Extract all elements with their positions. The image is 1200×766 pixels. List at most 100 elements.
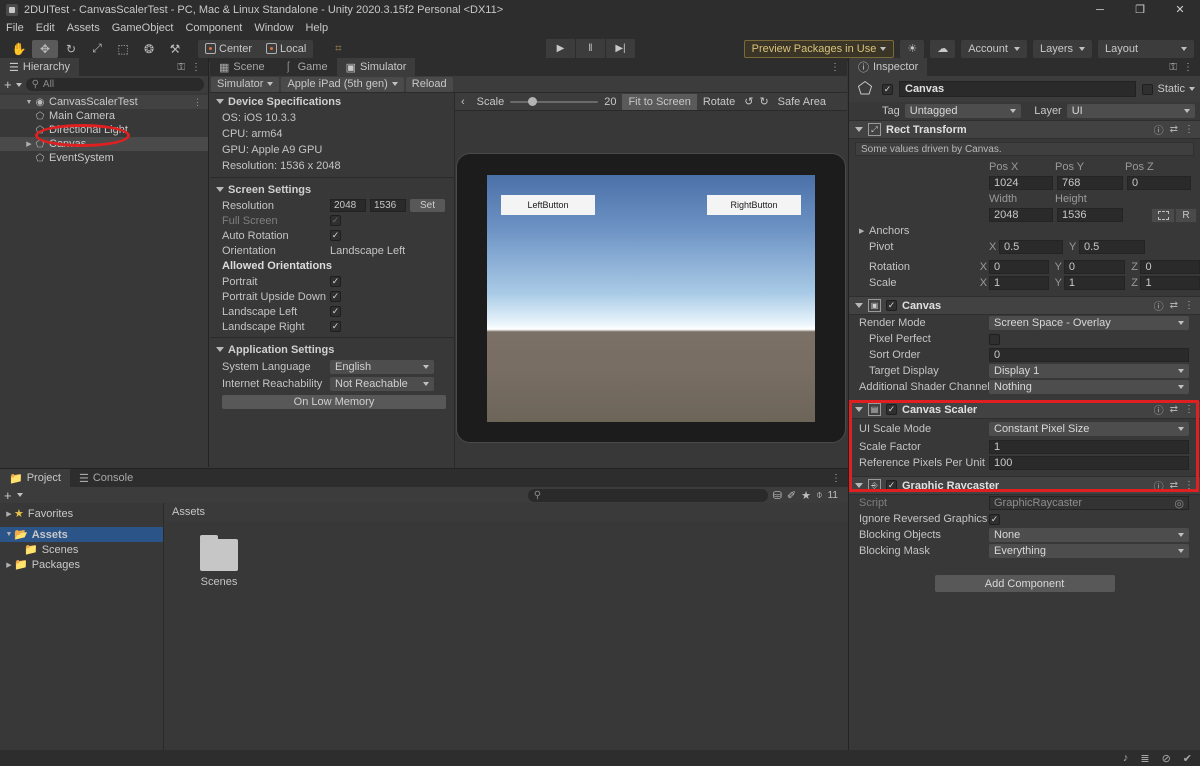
tab-console[interactable]: ☰ Console <box>69 469 143 487</box>
rotation-z-input[interactable]: 0 <box>1140 260 1200 274</box>
internet-reachability-dropdown[interactable]: Not Reachable <box>330 376 434 391</box>
project-add-button[interactable]: + <box>4 489 12 502</box>
menu-item-gameobject[interactable]: GameObject <box>112 22 174 34</box>
target-display-dropdown[interactable]: Display 1 <box>989 364 1189 378</box>
graphic-raycaster-header[interactable]: ⎆ ✓ Graphic Raycaster ⓘ ⇄ ⋮ <box>849 476 1200 495</box>
menu-item-component[interactable]: Component <box>185 22 242 34</box>
left-button[interactable]: LeftButton <box>501 194 595 215</box>
hierarchy-item-menu-icon[interactable]: ⋮ <box>193 97 202 108</box>
foldout-icon[interactable] <box>855 407 863 412</box>
layer-dropdown[interactable]: UI <box>1066 104 1195 118</box>
hidden-packages-icon[interactable]: ⌽ <box>816 489 823 502</box>
landscape-left-checkbox[interactable]: ✓ <box>330 306 341 317</box>
right-button[interactable]: RightButton <box>707 194 801 215</box>
rotation-x-input[interactable]: 0 <box>989 260 1049 274</box>
help-icon[interactable]: ⓘ <box>1154 122 1164 137</box>
object-enabled-checkbox[interactable]: ✓ <box>882 83 893 95</box>
panel-menu-icon[interactable]: ⋮ <box>1183 62 1193 73</box>
blueprint-mode-icon[interactable] <box>1151 207 1175 223</box>
ready-icon[interactable]: ✔ <box>1183 752 1192 765</box>
full-screen-checkbox[interactable]: ✓ <box>330 215 341 226</box>
width-input[interactable]: 2048 <box>989 208 1053 222</box>
tab-scene[interactable]: ▦ Scene <box>210 58 274 76</box>
chevron-right-icon[interactable]: ▶ <box>4 561 14 569</box>
preset-icon[interactable]: ⇄ <box>1170 404 1178 415</box>
pivot-rotation-button[interactable]: Local <box>259 40 313 58</box>
foldout-icon[interactable] <box>855 303 863 308</box>
hierarchy-item-canvas[interactable]: ▶ ⬠ Canvas <box>0 137 208 151</box>
pos-x-input[interactable]: 1024 <box>989 176 1053 190</box>
lock-icon[interactable]: ⚿ <box>177 62 185 73</box>
hierarchy-add-button[interactable]: + <box>4 78 12 91</box>
sort-order-input[interactable]: 0 <box>989 348 1189 362</box>
blocking-objects-dropdown[interactable]: None <box>989 528 1189 542</box>
component-menu-icon[interactable]: ⋮ <box>1184 124 1194 135</box>
blocking-mask-dropdown[interactable]: Everything <box>989 544 1189 558</box>
menu-item-file[interactable]: File <box>6 22 24 34</box>
pause-button[interactable]: ‖ <box>576 38 606 59</box>
resolution-width-input[interactable]: 2048 <box>330 199 366 212</box>
grid-snapping-icon[interactable]: ⌗ <box>325 40 351 58</box>
tab-inspector[interactable]: ⓘ Inspector <box>849 58 928 76</box>
object-name-input[interactable]: Canvas <box>899 81 1137 97</box>
preset-icon[interactable]: ⇄ <box>1170 480 1178 491</box>
hierarchy-item-eventsystem[interactable]: ⬠ EventSystem <box>0 151 208 165</box>
device-specifications-header[interactable]: Device Specifications <box>210 93 454 110</box>
label-filter-icon[interactable]: ✐ <box>787 489 796 502</box>
scale-z-input[interactable]: 1 <box>1140 276 1200 290</box>
transform-tool-icon[interactable]: ❂ <box>136 40 162 58</box>
pivot-mode-button[interactable]: Center <box>198 40 259 58</box>
canvas-scaler-enabled-checkbox[interactable]: ✓ <box>886 404 897 415</box>
account-button[interactable]: Account <box>961 39 1027 58</box>
application-settings-header[interactable]: Application Settings <box>210 341 454 358</box>
fit-to-screen-button[interactable]: Fit to Screen <box>622 93 697 110</box>
object-picker-icon[interactable]: ◎ <box>1174 497 1184 510</box>
layout-button[interactable]: Layout <box>1098 39 1194 58</box>
tab-simulator[interactable]: ▣ Simulator <box>336 58 416 76</box>
asset-filter-icon[interactable]: ⛁ <box>773 489 782 502</box>
rect-tool-icon[interactable]: ⬚ <box>110 40 136 58</box>
auto-rotation-checkbox[interactable]: ✓ <box>330 230 341 241</box>
mute-audio-icon[interactable]: ♪ <box>1123 752 1129 764</box>
lock-icon[interactable]: ⚿ <box>1169 62 1177 73</box>
help-icon[interactable]: ⓘ <box>1154 478 1164 493</box>
services-button[interactable]: ☀ <box>900 39 925 58</box>
tab-hierarchy[interactable]: ☰ Hierarchy <box>0 58 79 76</box>
no-preview-icon[interactable]: ⊘ <box>1162 752 1171 765</box>
pivot-y-input[interactable]: 0.5 <box>1079 240 1145 254</box>
menu-item-edit[interactable]: Edit <box>36 22 55 34</box>
anchors-row[interactable]: ▶ Anchors <box>849 223 1200 239</box>
on-low-memory-button[interactable]: On Low Memory <box>222 395 446 409</box>
canvas-component-header[interactable]: ▣ ✓ Canvas ⓘ ⇄ ⋮ <box>849 296 1200 315</box>
help-icon[interactable]: ⓘ <box>1154 298 1164 313</box>
portrait-upside-down-checkbox[interactable]: ✓ <box>330 291 341 302</box>
portrait-checkbox[interactable]: ✓ <box>330 276 341 287</box>
ignore-reversed-checkbox[interactable]: ✓ <box>989 513 1000 525</box>
favorite-filter-icon[interactable]: ★ <box>801 489 811 502</box>
resolution-height-input[interactable]: 1536 <box>370 199 406 212</box>
minimize-button[interactable]: ─ <box>1080 0 1120 19</box>
rotate-ccw-icon[interactable]: ↺ <box>741 94 756 110</box>
height-input[interactable]: 1536 <box>1057 208 1123 222</box>
help-icon[interactable]: ⓘ <box>1154 402 1164 417</box>
canvas-enabled-checkbox[interactable]: ✓ <box>886 300 897 311</box>
hierarchy-item-canvasscalertest[interactable]: ▼ ◉ CanvasScalerTest ⋮ <box>0 95 208 109</box>
system-language-dropdown[interactable]: English <box>330 359 434 374</box>
scale-y-input[interactable]: 1 <box>1063 276 1126 290</box>
screen-settings-header[interactable]: Screen Settings <box>210 181 454 198</box>
move-tool-icon[interactable]: ✥ <box>32 39 58 58</box>
simulator-mode-dropdown[interactable]: Simulator <box>211 76 280 92</box>
chevron-down-icon[interactable]: ▼ <box>4 531 14 538</box>
project-tree-item-favorites[interactable]: ▶ ★ Favorites <box>0 506 163 521</box>
rotate-cw-icon[interactable]: ↻ <box>756 94 771 110</box>
component-menu-icon[interactable]: ⋮ <box>1184 404 1194 415</box>
static-checkbox[interactable]: ✓ <box>1142 83 1154 95</box>
preset-icon[interactable]: ⇄ <box>1170 300 1178 311</box>
chevron-right-icon[interactable]: ▶ <box>859 227 869 235</box>
chevron-down-icon[interactable] <box>16 493 23 497</box>
rect-transform-header[interactable]: ⤢ Rect Transform ⓘ ⇄ ⋮ <box>849 120 1200 139</box>
custom-editor-tool-icon[interactable]: ⚒ <box>162 40 188 58</box>
device-screen[interactable]: LeftButton RightButton <box>487 174 815 422</box>
close-button[interactable]: ✕ <box>1160 0 1200 19</box>
ui-scale-mode-dropdown[interactable]: Constant Pixel Size <box>989 422 1189 436</box>
